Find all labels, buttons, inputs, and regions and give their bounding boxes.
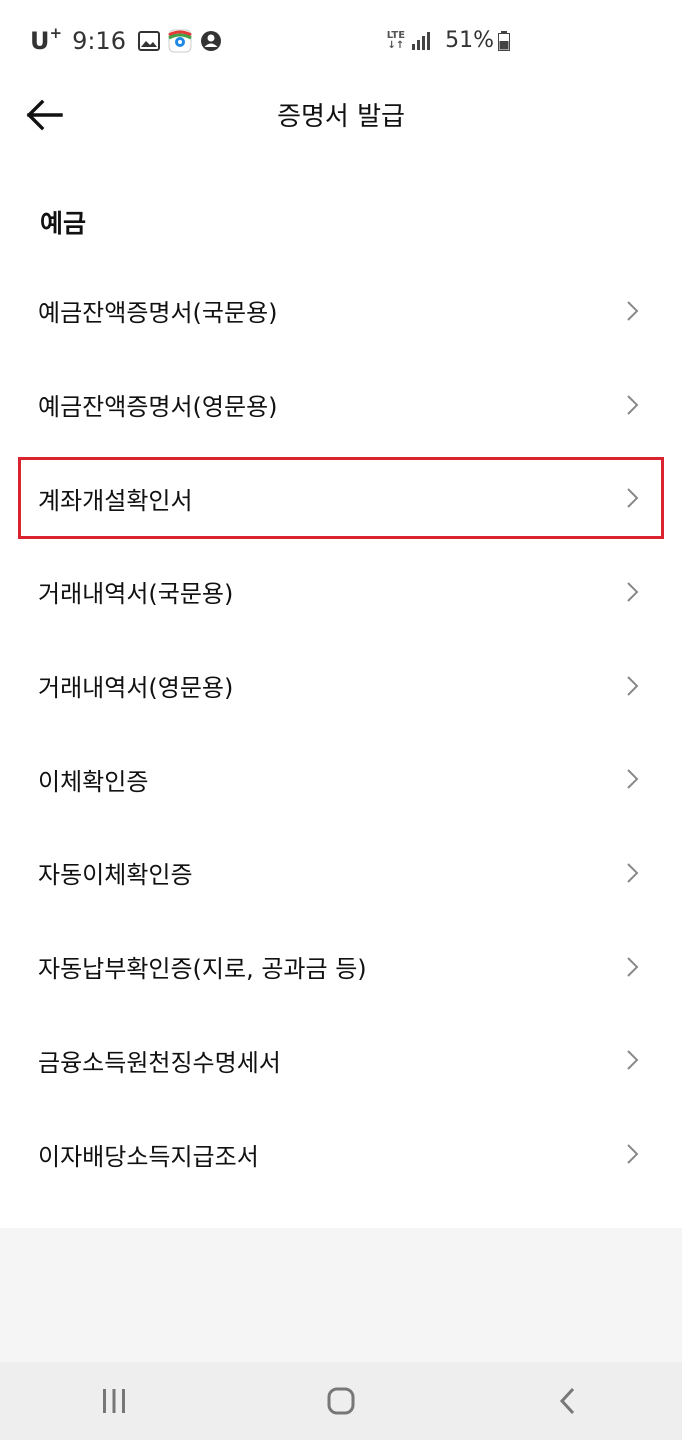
page-title: 증명서 발급 xyxy=(277,102,405,132)
status-bar: U+ 9:16 LTE ↓↑ 51% xyxy=(0,0,682,84)
network-label: LTE ↓↑ xyxy=(386,29,406,51)
list-item-label: 자동이체확인증 xyxy=(38,861,193,890)
footer-spacer xyxy=(0,1228,682,1362)
list-item[interactable]: 예금잔액증명서(영문용) xyxy=(0,358,682,452)
list-item-label: 계좌개설확인서 xyxy=(38,486,193,515)
account-icon xyxy=(200,30,222,52)
list-item-highlighted[interactable]: 계좌개설확인서 xyxy=(0,451,682,545)
home-button[interactable] xyxy=(311,1371,371,1431)
list-item-label: 예금잔액증명서(영문용) xyxy=(38,393,278,422)
signal-icon xyxy=(411,31,431,50)
chevron-right-icon xyxy=(626,1143,640,1165)
list-item[interactable]: 이체확인증 xyxy=(0,732,682,826)
list-item[interactable]: 예금잔액증명서(국문용) xyxy=(0,264,682,358)
recent-apps-icon xyxy=(102,1389,125,1413)
nav-back-button[interactable] xyxy=(538,1371,598,1431)
list-item-label: 이체확인증 xyxy=(38,767,149,796)
chevron-right-icon xyxy=(626,862,640,884)
battery-icon xyxy=(498,30,510,51)
image-icon xyxy=(137,30,160,51)
app-header: 증명서 발급 xyxy=(0,84,682,144)
list-item[interactable]: 자동납부확인증(지로, 공과금 등) xyxy=(0,920,682,1014)
list-item[interactable]: 이자배당소득지급조서 xyxy=(0,1107,682,1201)
chevron-right-icon xyxy=(626,300,640,322)
clock: 9:16 xyxy=(72,26,126,55)
back-icon xyxy=(560,1387,575,1415)
maps-icon xyxy=(168,29,192,53)
list-item[interactable]: 금융소득원천징수명세서 xyxy=(0,1014,682,1108)
chevron-right-icon xyxy=(626,956,640,978)
list-item-label: 금융소득원천징수명세서 xyxy=(38,1048,281,1077)
section-title: 예금 xyxy=(40,209,87,238)
chevron-right-icon xyxy=(626,581,640,603)
list-item-label: 거래내역서(국문용) xyxy=(38,580,234,609)
certificate-list: 예금잔액증명서(국문용) 예금잔액증명서(영문용) 계좌개설확인서 거래내역서(… xyxy=(0,264,682,1201)
carrier-label: U+ xyxy=(30,24,63,55)
status-left: U+ 9:16 xyxy=(30,24,230,55)
system-nav-bar xyxy=(0,1362,682,1440)
chevron-right-icon xyxy=(626,1049,640,1071)
home-icon xyxy=(327,1387,355,1415)
list-item[interactable]: 자동이체확인증 xyxy=(0,826,682,920)
list-item-label: 이자배당소득지급조서 xyxy=(38,1142,259,1171)
list-item[interactable]: 거래내역서(국문용) xyxy=(0,545,682,639)
chevron-right-icon xyxy=(626,675,640,697)
list-item[interactable]: 거래내역서(영문용) xyxy=(0,639,682,733)
status-right: LTE ↓↑ 51% xyxy=(387,28,518,53)
battery-percent: 51% xyxy=(445,28,494,53)
chevron-right-icon xyxy=(626,487,640,509)
list-item-label: 자동납부확인증(지로, 공과금 등) xyxy=(38,955,367,984)
list-item-label: 예금잔액증명서(국문용) xyxy=(38,299,278,328)
chevron-right-icon xyxy=(626,394,640,416)
chevron-right-icon xyxy=(626,768,640,790)
list-item-label: 거래내역서(영문용) xyxy=(38,674,234,703)
recent-apps-button[interactable] xyxy=(84,1371,144,1431)
